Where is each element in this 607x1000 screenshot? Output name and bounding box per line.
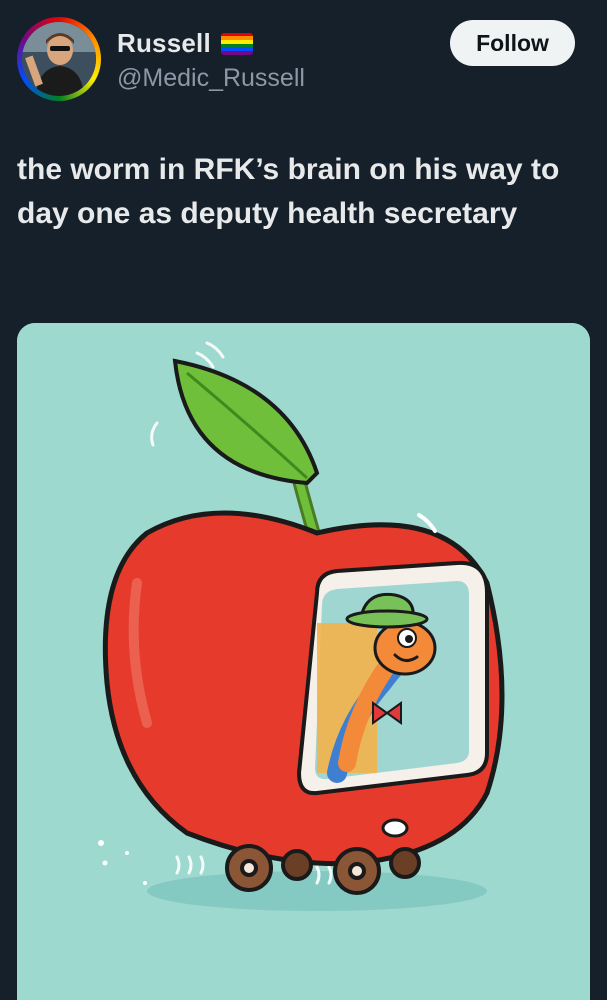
name-row: Russell bbox=[117, 28, 253, 59]
follow-button[interactable]: Follow bbox=[450, 20, 575, 66]
tweet-media-image[interactable] bbox=[17, 323, 590, 1000]
tweet-header: Russell @Medic_Russell Follow bbox=[0, 0, 607, 120]
rainbow-flag-icon bbox=[220, 32, 253, 55]
avatar-photo bbox=[22, 22, 96, 96]
apple-car-illustration bbox=[17, 323, 590, 1000]
user-handle[interactable]: @Medic_Russell bbox=[117, 64, 305, 93]
display-name[interactable]: Russell bbox=[117, 28, 211, 59]
tweet-text: the worm in RFK’s brain on his way to da… bbox=[17, 153, 560, 230]
avatar[interactable] bbox=[17, 17, 101, 101]
